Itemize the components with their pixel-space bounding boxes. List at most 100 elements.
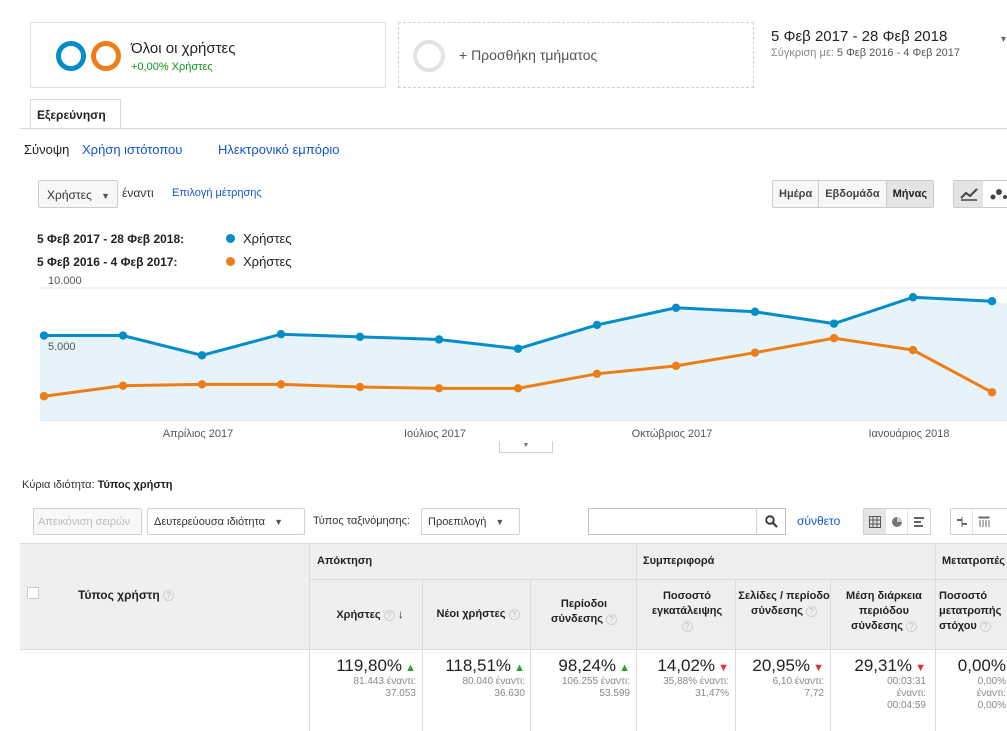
data-point-s1-9 [750,348,760,357]
subnav-overview[interactable]: Σύνοψη [24,142,69,157]
sort-type-dropdown[interactable]: Προεπιλογή ▼ [421,508,520,535]
legend-name-current: Χρήστες [243,231,292,246]
total-avg-session-duration-cell: 29,31% ▼ 00:03:31 έναντι: 00:04:59 [833,656,926,712]
pivot-icon[interactable] [973,509,995,534]
col-sessions-header[interactable]: Περίοδοι σύνδεσης ? [534,597,634,627]
help-icon[interactable]: ? [508,608,520,620]
total-new-users-sub2: 36.630 [494,688,525,699]
period-week-button[interactable]: Εβδομάδα [819,181,887,207]
total-sessions-cell: 98,24% ▲ 106.255 έναντι: 53.599 [533,656,630,700]
help-icon[interactable]: ? [383,609,395,621]
arrow-up-icon: ▲ [616,662,630,674]
data-table-icon[interactable] [864,509,886,534]
sort-type-label: Τύπος ταξινόμησης: [313,515,410,527]
y-tick-label: 10.000 [48,275,82,287]
col-divider [830,579,831,731]
data-point-s1-1 [118,381,128,390]
comparison-icon[interactable] [951,509,973,534]
sort-down-arrow-icon[interactable]: ↓ [398,607,404,621]
col-pages-per-session-header[interactable]: Σελίδες / περίοδο σύνδεσης ? [738,589,830,619]
data-point-s1-10 [829,333,839,343]
period-day-button[interactable]: Ημέρα [773,181,820,207]
secondary-dimension-dropdown[interactable]: Δευτερεύουσα ιδιότητα ▼ [147,508,305,535]
help-icon[interactable]: ? [805,605,817,617]
x-tick-label: Ιανουάριος 2018 [868,428,949,440]
subnav-site-usage[interactable]: Χρήση ιστότοπου [82,142,182,157]
total-avg-session-duration-sub1: 00:03:31 [887,676,926,687]
segment-ring-icon-blue [56,41,86,71]
data-point-s0-12 [987,297,997,306]
primary-dimension: Κύρια ιδιότητα: Τύπος χρήστη [22,479,173,491]
col-divider [935,543,936,731]
primary-dimension-value[interactable]: Τύπος χρήστη [98,479,173,491]
chevron-down-icon[interactable]: ▾ [1001,34,1006,45]
data-point-s0-5 [434,335,444,344]
table-view-toggle-extra [950,508,1007,535]
help-icon[interactable]: ? [605,613,617,625]
total-avg-session-duration-sub2: έναντι: [896,688,926,699]
total-avg-session-duration-pct: 29,31% [854,656,913,675]
help-icon[interactable]: ? [163,590,175,602]
tab-divider [20,128,1007,129]
total-avg-session-duration-sub3: 00:04:59 [887,700,926,711]
col-users-header[interactable]: Χρήστες ? ↓ [318,607,422,623]
data-point-s1-3 [276,380,286,389]
arrow-down-icon: ▼ [810,662,824,674]
arrow-up-icon: ▲ [402,662,416,674]
total-goal-conversion-sub3: 0,00% [977,700,1006,711]
col-avg-session-duration-header[interactable]: Μέση διάρκεια περιόδου σύνδεσης ? [833,589,935,634]
col-goal-conversion-header[interactable]: Ποσοστό μετατροπής στόχου ? [939,589,1007,634]
bar-view-icon[interactable] [908,509,930,534]
total-bounce-rate-sub2: 31,47% [695,688,729,699]
date-compare-label: Σύγκριση με: [771,47,834,59]
line-chart-icon[interactable] [954,181,983,207]
legend-dot-current [226,234,235,243]
pie-chart-icon[interactable] [886,509,908,534]
primary-dimension-label: Κύρια ιδιότητα: [22,479,95,491]
subnav-ecommerce[interactable]: Ηλεκτρονικό εμπόριο [218,142,340,157]
col-new-users-header[interactable]: Νέοι χρήστες ? [425,607,531,622]
date-range-picker[interactable]: 5 Φεβ 2017 - 28 Φεβ 2018 [771,28,947,45]
sort-type-value: Προεπιλογή [428,516,487,528]
data-point-s0-11 [908,293,918,302]
total-bounce-rate-sub1: 35,88% έναντι: [663,676,729,687]
add-segment-card[interactable]: + Προσθήκη τμήματος [398,22,754,88]
period-month-button[interactable]: Μήνας [886,181,934,207]
y-tick-label: 5.000 [48,341,76,353]
group-divider [309,579,1007,580]
help-icon[interactable]: ? [979,620,991,632]
chevron-down-icon: ▼ [101,191,111,201]
tab-explorer[interactable]: Εξερεύνηση [30,99,121,129]
segment-ring-icon-orange [91,41,121,71]
dimension-header[interactable]: Τύπος χρήστη ? [78,588,175,602]
data-point-s1-7 [592,369,602,378]
total-users-cell: 119,80% ▲ 81.443 έναντι: 37.053 [314,656,416,700]
total-pages-per-session-sub1: 6,10 έναντι: [772,676,824,687]
total-pages-per-session-sub2: 7,72 [804,688,824,699]
legend-dot-previous [226,257,235,266]
total-pages-per-session-cell: 20,95% ▼ 6,10 έναντι: 7,72 [738,656,824,700]
total-users-sub1: 81.443 έναντι: [353,676,416,687]
col-divider [422,579,423,731]
plot-rows-button[interactable]: Απεικόνιση σειρών [33,508,142,535]
segment-card-all-users[interactable]: Όλοι οι χρήστες +0,00% Χρήστες [30,22,386,88]
motion-chart-icon[interactable] [983,181,1007,207]
data-point-s0-6 [513,344,523,353]
arrow-down-icon: ▼ [715,662,729,674]
col-divider [636,543,637,731]
total-goal-conversion-sub2: έναντι: [976,688,1006,699]
select-metric-link[interactable]: Επιλογή μέτρησης [172,187,262,199]
date-compare: Σύγκριση με: 5 Φεβ 2016 - 4 Φεβ 2017 [771,47,960,59]
data-point-s0-9 [750,307,760,316]
help-icon[interactable]: ? [905,620,917,632]
data-point-s1-2 [197,380,207,389]
help-icon[interactable]: ? [681,620,693,632]
chart-expand-handle[interactable]: ▼ [499,441,553,453]
select-all-checkbox[interactable] [27,587,39,599]
vs-label: έναντι [122,186,154,200]
col-bounce-rate-header[interactable]: Ποσοστό εγκατάλειψης ? [639,589,735,634]
search-icon[interactable] [756,508,786,535]
advanced-filter-link[interactable]: σύνθετο [797,514,840,528]
metric-dropdown[interactable]: Χρήστες ▼ [38,180,118,208]
group-behavior: Συμπεριφορά [643,555,715,567]
